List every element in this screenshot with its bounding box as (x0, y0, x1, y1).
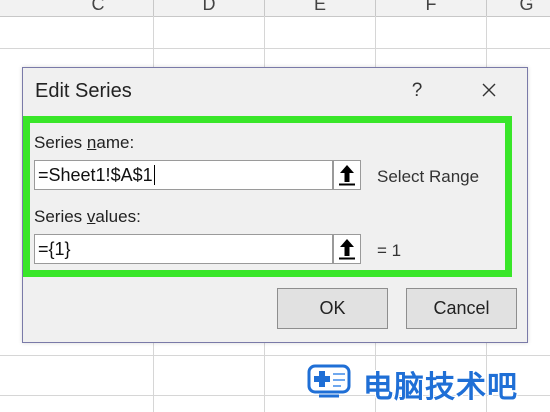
series-name-range-button[interactable] (333, 160, 361, 190)
column-header-f[interactable]: F (376, 0, 487, 16)
series-name-value: =Sheet1!$A$1 (38, 165, 153, 185)
computer-logo-icon (307, 364, 351, 398)
series-values-input[interactable]: ={1} (34, 234, 333, 264)
series-name-label: Series name: (34, 133, 134, 153)
series-values-preview: = 1 (377, 241, 402, 260)
column-header-d[interactable]: D (154, 0, 265, 16)
collapse-range-icon (339, 239, 355, 260)
series-values-range-button[interactable] (333, 234, 361, 264)
cancel-button[interactable]: Cancel (406, 288, 517, 329)
column-header-g[interactable]: G (487, 0, 550, 16)
series-name-input[interactable]: =Sheet1!$A$1 (34, 160, 333, 190)
close-button[interactable] (475, 77, 503, 105)
green-highlight-box: Series name: =Sheet1!$A$1 Select Range S… (23, 116, 512, 277)
column-header-bar: C D E F G (0, 0, 550, 17)
series-values-label-prefix: Series (34, 207, 87, 226)
text-cursor (153, 165, 155, 185)
series-name-label-accel: n (86, 133, 97, 152)
series-name-label-prefix: Series (34, 133, 87, 152)
series-values-label: Series values: (34, 207, 141, 227)
series-name-preview: Select Range (377, 167, 480, 186)
ok-button[interactable]: OK (277, 288, 388, 329)
grid-line (0, 355, 550, 356)
collapse-range-icon (339, 165, 355, 186)
close-icon (482, 83, 496, 97)
column-header-e[interactable]: E (265, 0, 376, 16)
watermark-text: 电脑技术吧 (363, 371, 518, 404)
series-name-label-suffix: ame: (96, 133, 135, 152)
help-button[interactable]: ? (405, 78, 429, 104)
dialog-title: Edit Series (35, 80, 132, 102)
watermark: 电脑技术吧 (305, 358, 550, 406)
column-header-c[interactable]: C (43, 0, 154, 16)
grid-line (0, 48, 550, 49)
series-values-label-suffix: alues: (95, 207, 141, 226)
